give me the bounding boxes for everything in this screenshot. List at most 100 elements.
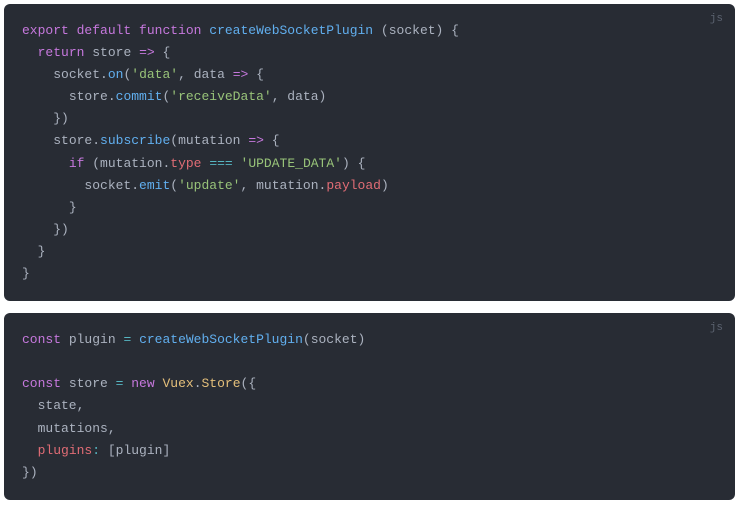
token: } bbox=[38, 244, 46, 259]
token: store bbox=[69, 89, 108, 104]
token: subscribe bbox=[100, 133, 170, 148]
token: ) bbox=[61, 111, 69, 126]
token: . bbox=[194, 376, 202, 391]
token: Store bbox=[202, 376, 241, 391]
token: const bbox=[22, 376, 61, 391]
token: type bbox=[170, 156, 201, 171]
token: } bbox=[53, 222, 61, 237]
token bbox=[131, 45, 139, 60]
token: { bbox=[451, 23, 459, 38]
token bbox=[22, 133, 53, 148]
token: ) bbox=[30, 465, 38, 480]
token: . bbox=[92, 133, 100, 148]
token: on bbox=[108, 67, 124, 82]
token: plugin bbox=[61, 332, 123, 347]
code-content: const plugin = createWebSocketPlugin(soc… bbox=[22, 329, 717, 484]
token: mutations bbox=[22, 421, 108, 436]
token bbox=[100, 443, 108, 458]
token: createWebSocketPlugin bbox=[139, 332, 303, 347]
token bbox=[373, 23, 381, 38]
token: ( bbox=[381, 23, 389, 38]
token bbox=[131, 332, 139, 347]
token: store bbox=[53, 133, 92, 148]
token: => bbox=[248, 133, 264, 148]
token bbox=[225, 67, 233, 82]
token: 'UPDATE_DATA' bbox=[241, 156, 342, 171]
token: commit bbox=[116, 89, 163, 104]
token: { bbox=[248, 376, 256, 391]
code-content: export default function createWebSocketP… bbox=[22, 20, 717, 285]
token: plugins bbox=[38, 443, 93, 458]
token: function bbox=[139, 23, 201, 38]
token bbox=[22, 244, 38, 259]
token: ) bbox=[61, 222, 69, 237]
token: plugin bbox=[116, 443, 163, 458]
token: createWebSocketPlugin bbox=[209, 23, 373, 38]
language-label: js bbox=[710, 10, 723, 29]
token: { bbox=[358, 156, 366, 171]
token bbox=[22, 67, 53, 82]
token: mutation bbox=[248, 178, 318, 193]
token: , bbox=[108, 421, 116, 436]
token: data bbox=[280, 89, 319, 104]
token bbox=[22, 156, 69, 171]
token: return bbox=[38, 45, 85, 60]
token bbox=[22, 178, 84, 193]
language-label: js bbox=[710, 319, 723, 338]
token: 'receiveData' bbox=[170, 89, 271, 104]
token bbox=[186, 67, 194, 82]
token: => bbox=[233, 67, 249, 82]
token: ] bbox=[162, 443, 170, 458]
token: default bbox=[77, 23, 132, 38]
token: ( bbox=[303, 332, 311, 347]
token: [ bbox=[108, 443, 116, 458]
token: socket bbox=[389, 23, 436, 38]
token: , bbox=[272, 89, 280, 104]
token: socket bbox=[84, 178, 131, 193]
token: data bbox=[194, 67, 225, 82]
token: ) bbox=[342, 156, 350, 171]
token: } bbox=[53, 111, 61, 126]
token: Vuex bbox=[162, 376, 193, 391]
token: store bbox=[61, 376, 116, 391]
token: store bbox=[92, 45, 131, 60]
token: export bbox=[22, 23, 69, 38]
token: 'update' bbox=[178, 178, 240, 193]
token: : bbox=[92, 443, 100, 458]
token: . bbox=[108, 89, 116, 104]
token bbox=[22, 200, 69, 215]
token: 'data' bbox=[131, 67, 178, 82]
token bbox=[22, 45, 38, 60]
token bbox=[69, 23, 77, 38]
token: { bbox=[256, 67, 264, 82]
code-block-0: jsexport default function createWebSocke… bbox=[4, 4, 735, 301]
token: ) bbox=[381, 178, 389, 193]
token: ( bbox=[170, 133, 178, 148]
token: new bbox=[131, 376, 154, 391]
token: . bbox=[100, 67, 108, 82]
token: mutation bbox=[100, 156, 162, 171]
token bbox=[350, 156, 358, 171]
token: === bbox=[209, 156, 232, 171]
token: mutation bbox=[178, 133, 240, 148]
code-block-1: jsconst plugin = createWebSocketPlugin(s… bbox=[4, 313, 735, 500]
token bbox=[22, 89, 69, 104]
token: } bbox=[22, 266, 30, 281]
token: socket bbox=[311, 332, 358, 347]
token: ) bbox=[319, 89, 327, 104]
token bbox=[233, 156, 241, 171]
token: . bbox=[131, 178, 139, 193]
token: socket bbox=[53, 67, 100, 82]
token: payload bbox=[326, 178, 381, 193]
token: } bbox=[69, 200, 77, 215]
token bbox=[22, 443, 38, 458]
token bbox=[22, 354, 30, 369]
token bbox=[264, 133, 272, 148]
token: ( bbox=[170, 178, 178, 193]
token: if bbox=[69, 156, 85, 171]
token: , bbox=[178, 67, 186, 82]
token bbox=[443, 23, 451, 38]
token: ) bbox=[358, 332, 366, 347]
token: } bbox=[22, 465, 30, 480]
token bbox=[248, 67, 256, 82]
